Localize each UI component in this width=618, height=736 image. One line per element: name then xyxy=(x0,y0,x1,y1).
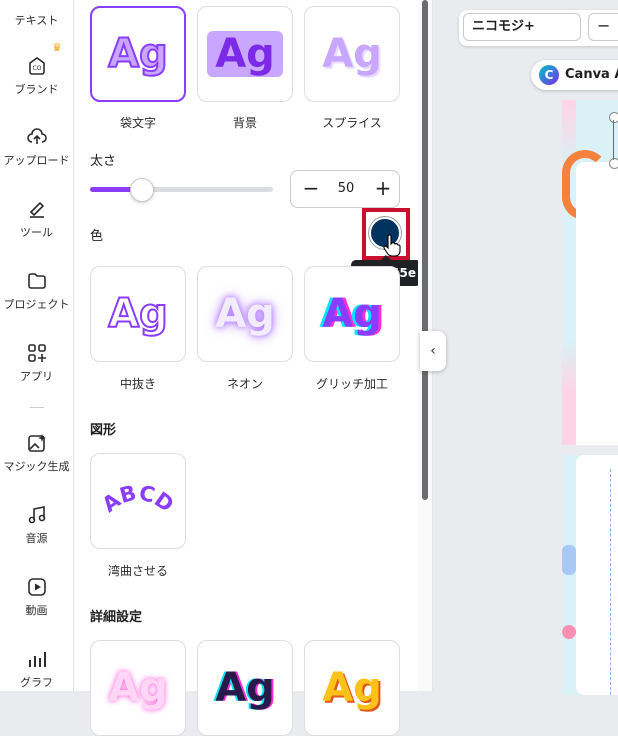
sidebar-item-label: テキスト xyxy=(14,14,59,27)
hand-cursor-icon xyxy=(383,234,401,257)
style-preview: Ag xyxy=(215,31,275,77)
apps-icon xyxy=(27,344,46,362)
music-note-icon xyxy=(28,506,45,524)
brand-icon: CO xyxy=(28,57,45,75)
advanced-tile-2[interactable]: Ag xyxy=(197,640,293,736)
sidebar-item-brand[interactable]: CO ブランド xyxy=(0,55,73,97)
sidebar-item-upload[interactable]: アップロード xyxy=(0,126,73,168)
thickness-label: 太さ xyxy=(90,154,117,169)
decrease-button[interactable]: − xyxy=(299,177,323,201)
guide-line xyxy=(610,469,611,695)
style-tile-glitch[interactable]: Ag xyxy=(304,266,400,362)
design-page-2[interactable] xyxy=(562,455,618,695)
sidebar-item-magic-generate[interactable]: マジック生成 xyxy=(0,432,73,474)
curved-text: ABCD xyxy=(98,481,178,517)
advanced-tile-3[interactable]: Ag xyxy=(304,640,400,736)
shape-label: 湾曲させる xyxy=(107,564,168,578)
chevron-left-icon: ‹ xyxy=(430,343,436,359)
sidebar-item-text[interactable]: テキスト xyxy=(0,8,73,28)
style-preview: Ag xyxy=(215,665,275,711)
collapse-panel-button[interactable]: ‹ xyxy=(420,331,446,371)
increase-button[interactable]: + xyxy=(371,177,395,201)
sidebar-item-label: グラフ xyxy=(20,676,53,689)
style-label: 袋文字 xyxy=(119,116,156,130)
svg-text:ABCD: ABCD xyxy=(98,481,178,517)
sidebar-item-label: プロジェクト xyxy=(3,298,70,311)
folder-icon xyxy=(27,273,46,289)
curved-text-preview: ABCD xyxy=(98,481,178,517)
upload-cloud-icon xyxy=(26,128,47,144)
sidebar-item-label: アップロード xyxy=(3,154,70,167)
sidebar-item-label: 音源 xyxy=(25,532,48,545)
shape-section-title: 図形 xyxy=(90,423,117,438)
design-page-1[interactable] xyxy=(562,100,618,445)
canva-logo-icon: C xyxy=(539,65,559,85)
style-tile-outline-text[interactable]: Ag xyxy=(90,6,186,102)
bar-chart-icon xyxy=(28,652,46,667)
sidebar-item-graph[interactable]: グラフ xyxy=(0,648,73,690)
sidebar-item-label: 動画 xyxy=(25,604,48,617)
style-preview: Ag xyxy=(108,665,168,711)
style-preview: Ag xyxy=(215,291,275,337)
page-card xyxy=(576,455,618,695)
sidebar-item-apps[interactable]: アプリ xyxy=(0,342,73,384)
svg-text:CO: CO xyxy=(32,65,41,72)
draw-tool-icon xyxy=(29,201,44,218)
scrollbar-thumb[interactable] xyxy=(422,0,428,500)
style-preview: Ag xyxy=(107,30,169,78)
style-preview: Ag xyxy=(322,291,382,337)
style-preview: Ag xyxy=(322,665,382,711)
style-label: 背景 xyxy=(232,116,257,130)
style-tile-splice[interactable]: Ag xyxy=(304,6,400,102)
advanced-tile-1[interactable]: Ag xyxy=(90,640,186,736)
style-preview: Ag xyxy=(322,31,382,77)
selection-outline xyxy=(613,120,614,160)
style-label: 中抜き xyxy=(119,377,156,391)
sidebar-item-label: マジック生成 xyxy=(3,460,70,473)
style-preview: Ag xyxy=(107,290,169,338)
sidebar-item-video[interactable]: 動画 xyxy=(0,576,73,618)
style-label: スプライス xyxy=(322,116,382,130)
style-tile-neon[interactable]: Ag xyxy=(197,266,293,362)
magic-image-icon xyxy=(27,434,46,452)
page-decoration xyxy=(562,625,576,639)
advanced-section-title: 詳細設定 xyxy=(90,610,143,625)
sidebar-divider xyxy=(30,407,44,408)
style-tile-hollow[interactable]: Ag xyxy=(90,266,186,362)
sidebar-item-label: ブランド xyxy=(14,83,59,96)
sidebar-item-audio[interactable]: 音源 xyxy=(0,504,73,546)
canva-chip-label: Canva A xyxy=(565,67,618,82)
page-decoration xyxy=(562,545,576,575)
shape-tile-curve[interactable]: ABCD xyxy=(90,453,186,549)
style-preview-bg: Ag xyxy=(207,31,283,77)
sidebar-item-label: ツール xyxy=(20,226,53,239)
style-label: ネオン xyxy=(226,377,263,391)
thickness-value[interactable]: 50 xyxy=(327,181,365,196)
sidebar-item-label: アプリ xyxy=(20,370,53,383)
font-size-decrease-button[interactable]: − xyxy=(588,13,618,41)
style-label: グリッチ加工 xyxy=(315,377,388,391)
sidebar-item-projects[interactable]: プロジェクト xyxy=(0,270,73,312)
sidebar-item-tools[interactable]: ツール xyxy=(0,198,73,240)
color-label: 色 xyxy=(90,229,104,244)
video-play-icon xyxy=(27,578,46,596)
thickness-stepper: − 50 + xyxy=(290,170,400,208)
font-family-select[interactable]: ニコモジ+ xyxy=(463,13,581,41)
page-card xyxy=(576,162,618,445)
crown-icon: ♛ xyxy=(52,41,62,54)
left-sidebar: テキスト ♛ CO ブランド アップロード ツール プロジェクト アプリ マジッ… xyxy=(0,0,74,691)
thickness-slider[interactable] xyxy=(90,178,273,202)
style-tile-background[interactable]: Ag xyxy=(197,6,293,102)
